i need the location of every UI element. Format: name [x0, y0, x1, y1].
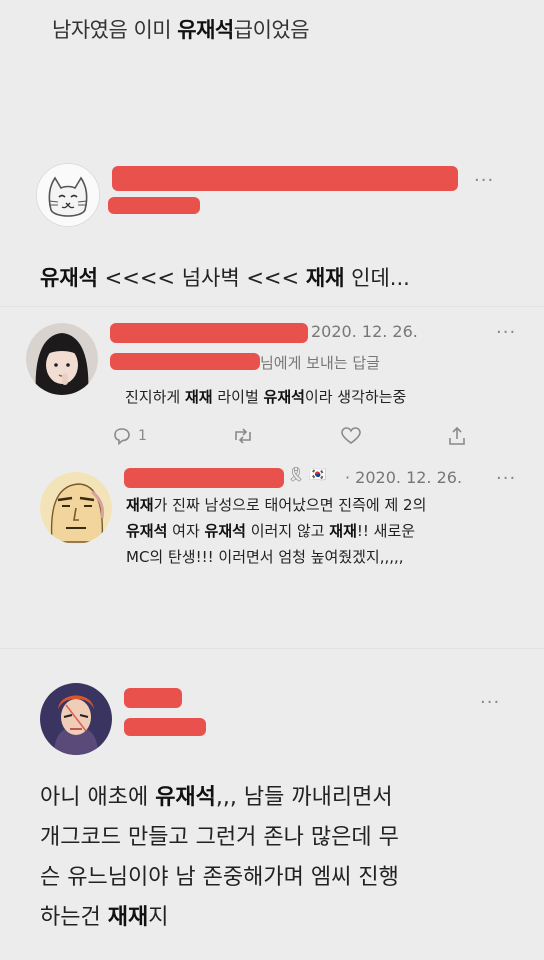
- tweet-date: · 2020. 12. 26.: [345, 468, 463, 487]
- reply-icon: [114, 428, 130, 446]
- tweet-line: 하는건 재재지: [40, 898, 510, 938]
- divider: [0, 306, 544, 307]
- heart-icon: [340, 427, 361, 444]
- reply-line: 재재가 진짜 남성으로 태어났으면 진즉에 제 2의: [126, 492, 521, 518]
- caption-bold: 유재석: [177, 18, 234, 42]
- avatar-anime[interactable]: [40, 683, 112, 755]
- text-bold: 재재: [107, 905, 149, 930]
- text-segment: ,,, 남들 까내리면서: [215, 785, 393, 810]
- text-bold: 유재석: [155, 785, 216, 810]
- retweet-button[interactable]: [232, 426, 254, 446]
- reply-text: 재재가 진짜 남성으로 태어났으면 진즉에 제 2의 유재석 여자 유재석 이러…: [126, 492, 521, 570]
- redacted-handle: [108, 197, 200, 214]
- reply-to-label: 님에게 보내는 답글: [260, 354, 380, 372]
- more-options-icon[interactable]: ···: [496, 468, 516, 489]
- text-segment: !! 새로운: [356, 522, 416, 540]
- text-segment: 하는건: [40, 905, 108, 930]
- retweet-icon: [235, 428, 252, 444]
- avatar-cartoon[interactable]: [40, 472, 112, 544]
- cat-icon: [37, 164, 99, 226]
- text-segment: 지: [148, 905, 169, 930]
- redacted-username: [124, 688, 182, 708]
- text-segment: <<<< 넘사벽 <<<: [97, 266, 306, 290]
- text-segment: 아니 애초에: [40, 785, 156, 810]
- reply-button[interactable]: 1: [112, 426, 147, 446]
- avatar-girl[interactable]: [26, 323, 98, 395]
- like-button[interactable]: [340, 426, 362, 446]
- text-bold: 유재석: [126, 522, 168, 540]
- tweet-line: 아니 애초에 유재석,,, 남들 까내리면서: [40, 778, 510, 818]
- caption-text: 남자였음 이미 유재석급이었음: [52, 14, 310, 44]
- text-bold: 유재석: [263, 388, 305, 406]
- text-bold: 재재: [184, 388, 213, 406]
- more-options-icon[interactable]: ···: [474, 170, 494, 191]
- tweet-text: 아니 애초에 유재석,,, 남들 까내리면서 개그코드 만들고 그런거 존나 많…: [40, 778, 510, 938]
- tweet-date: 2020. 12. 26.: [311, 322, 418, 341]
- more-options-icon[interactable]: ···: [480, 692, 500, 713]
- redacted-handle: [124, 718, 206, 736]
- badge-flag-icons: 🎗 🇰🇷: [287, 467, 327, 483]
- tweet-text: 유재석 <<<< 넘사벽 <<< 재재 인데...: [40, 262, 410, 292]
- share-button[interactable]: [447, 426, 467, 446]
- text-segment: 인데...: [344, 266, 410, 290]
- tweet-line: 슨 유느님이야 남 존중해가며 엠씨 진행: [40, 865, 399, 890]
- reply-count: 1: [138, 428, 147, 444]
- text-segment: 이라 생각하는중: [304, 388, 407, 406]
- redacted-reply-target: [110, 353, 260, 370]
- text-bold: 재재: [329, 522, 357, 540]
- redacted-username: [124, 468, 284, 488]
- reply-line: MC의 탄생!!! 이러면서 엄청 높여줬겠지,,,,,: [126, 548, 404, 566]
- action-bar: 1: [112, 424, 467, 448]
- caption-post: 급이었음: [233, 18, 310, 42]
- girl-avatar-icon: [26, 323, 98, 395]
- text-segment: 라이벌: [212, 388, 264, 406]
- reply-text: 진지하게 재재 라이벌 유재석이라 생각하는중: [125, 386, 406, 407]
- text-segment: 이러지 않고: [245, 522, 330, 540]
- redacted-username: [110, 323, 308, 343]
- text-segment: 진지하게: [125, 388, 185, 406]
- text-segment: 가 진짜 남성으로 태어났으면 진즉에 제 2의: [153, 496, 427, 514]
- text-bold: 유재석: [40, 266, 98, 290]
- caption-pre: 남자였음 이미: [52, 18, 178, 42]
- reply-line: 유재석 여자 유재석 이러지 않고 재재!! 새로운: [126, 518, 521, 544]
- tweet-line: 개그코드 만들고 그런거 존나 많은데 무: [40, 825, 399, 850]
- cartoon-face-icon: [40, 472, 112, 544]
- redacted-username: [112, 166, 458, 191]
- more-options-icon[interactable]: ···: [496, 322, 516, 343]
- avatar-cat[interactable]: [36, 163, 100, 227]
- anime-character-icon: [40, 683, 112, 755]
- text-bold: 재재: [305, 266, 345, 290]
- divider: [0, 648, 544, 649]
- share-icon: [449, 426, 465, 445]
- text-bold: 유재석: [204, 522, 246, 540]
- text-bold: 재재: [126, 496, 154, 514]
- text-segment: 여자: [167, 522, 205, 540]
